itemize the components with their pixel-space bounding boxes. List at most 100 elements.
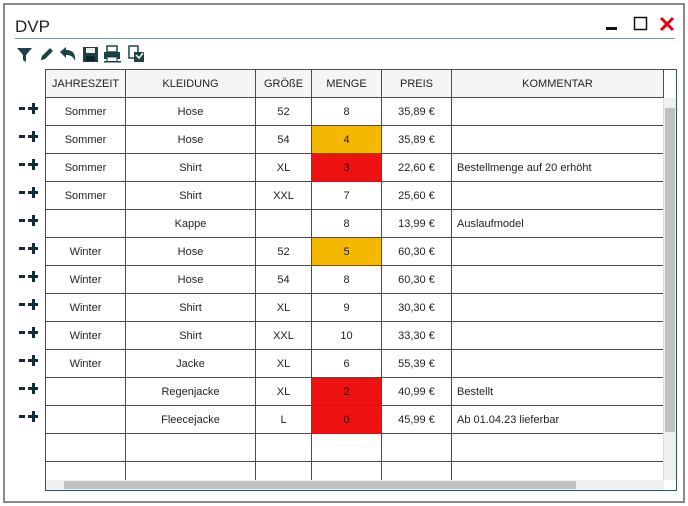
cell-kommentar[interactable]: [452, 126, 664, 154]
cell-kleidung[interactable]: Hose: [126, 238, 256, 266]
cell-menge[interactable]: 0: [312, 406, 382, 434]
cell-preis[interactable]: 45,99 €: [382, 406, 452, 434]
minimize-button[interactable]: [603, 15, 621, 33]
add-row-icon[interactable]: [31, 327, 35, 338]
cell-jahreszeit[interactable]: [46, 210, 126, 238]
cell-preis[interactable]: 13,99 €: [382, 210, 452, 238]
vertical-scrollbar[interactable]: [663, 98, 676, 480]
add-row-icon[interactable]: [31, 383, 35, 394]
cell-kleidung[interactable]: Shirt: [126, 294, 256, 322]
remove-row-icon[interactable]: [19, 415, 25, 418]
remove-row-icon[interactable]: [19, 163, 25, 166]
cell-menge[interactable]: 3: [312, 154, 382, 182]
cell-preis[interactable]: 35,89 €: [382, 126, 452, 154]
cell-preis[interactable]: 22,60 €: [382, 154, 452, 182]
cell-preis[interactable]: 60,30 €: [382, 238, 452, 266]
cell-kleidung[interactable]: [126, 434, 256, 462]
cell-menge[interactable]: 2: [312, 378, 382, 406]
cell-groesse[interactable]: L: [256, 406, 312, 434]
column-header-menge[interactable]: MENGE: [312, 70, 382, 98]
maximize-button[interactable]: [632, 15, 650, 33]
cell-kleidung[interactable]: Shirt: [126, 182, 256, 210]
cell-jahreszeit[interactable]: Winter: [46, 350, 126, 378]
cell-jahreszeit[interactable]: Winter: [46, 294, 126, 322]
remove-row-icon[interactable]: [19, 247, 25, 250]
cell-menge[interactable]: 6: [312, 350, 382, 378]
column-header-kommentar[interactable]: KOMMENTAR: [452, 70, 664, 98]
cell-kleidung[interactable]: Kappe: [126, 210, 256, 238]
cell-groesse[interactable]: 52: [256, 98, 312, 126]
cell-preis[interactable]: 55,39 €: [382, 350, 452, 378]
cell-groesse[interactable]: XXL: [256, 322, 312, 350]
cell-kommentar[interactable]: [452, 266, 664, 294]
cell-kommentar[interactable]: [452, 238, 664, 266]
cell-menge[interactable]: [312, 434, 382, 462]
edit-button[interactable]: [37, 45, 55, 63]
cell-menge[interactable]: 8: [312, 266, 382, 294]
vertical-scrollbar-thumb[interactable]: [665, 108, 675, 432]
cell-preis[interactable]: 30,30 €: [382, 294, 452, 322]
cell-menge[interactable]: 9: [312, 294, 382, 322]
add-row-icon[interactable]: [31, 299, 35, 310]
cell-preis[interactable]: 25,60 €: [382, 182, 452, 210]
remove-row-icon[interactable]: [19, 107, 25, 110]
cell-jahreszeit[interactable]: Sommer: [46, 154, 126, 182]
print-preview-button[interactable]: [127, 45, 145, 63]
cell-kommentar[interactable]: [452, 182, 664, 210]
cell-preis[interactable]: 33,30 €: [382, 322, 452, 350]
remove-row-icon[interactable]: [19, 359, 25, 362]
cell-groesse[interactable]: [256, 434, 312, 462]
cell-jahreszeit[interactable]: Winter: [46, 266, 126, 294]
add-row-icon[interactable]: [31, 271, 35, 282]
column-header-jahreszeit[interactable]: JAHRESZEIT: [46, 70, 126, 98]
cell-jahreszeit[interactable]: Sommer: [46, 126, 126, 154]
cell-jahreszeit[interactable]: [46, 406, 126, 434]
cell-groesse[interactable]: 52: [256, 238, 312, 266]
cell-kommentar[interactable]: [452, 434, 664, 462]
cell-groesse[interactable]: 54: [256, 126, 312, 154]
print-button[interactable]: [103, 45, 121, 63]
cell-jahreszeit[interactable]: [46, 378, 126, 406]
cell-kleidung[interactable]: Shirt: [126, 154, 256, 182]
cell-jahreszeit[interactable]: Sommer: [46, 98, 126, 126]
remove-row-icon[interactable]: [19, 331, 25, 334]
cell-preis[interactable]: 60,30 €: [382, 266, 452, 294]
cell-kleidung[interactable]: Hose: [126, 126, 256, 154]
cell-menge[interactable]: 5: [312, 238, 382, 266]
cell-kommentar[interactable]: [452, 322, 664, 350]
cell-menge[interactable]: 10: [312, 322, 382, 350]
cell-kommentar[interactable]: Auslaufmodel: [452, 210, 664, 238]
cell-jahreszeit[interactable]: Winter: [46, 322, 126, 350]
cell-jahreszeit[interactable]: Sommer: [46, 182, 126, 210]
remove-row-icon[interactable]: [19, 219, 25, 222]
cell-kleidung[interactable]: Jacke: [126, 350, 256, 378]
add-row-icon[interactable]: [31, 131, 35, 142]
save-button[interactable]: [81, 45, 99, 63]
cell-kleidung[interactable]: Hose: [126, 98, 256, 126]
cell-groesse[interactable]: [256, 210, 312, 238]
cell-kleidung[interactable]: Hose: [126, 266, 256, 294]
cell-groesse[interactable]: XL: [256, 154, 312, 182]
cell-preis[interactable]: 40,99 €: [382, 378, 452, 406]
cell-kleidung[interactable]: Shirt: [126, 322, 256, 350]
cell-kommentar[interactable]: Bestellmenge auf 20 erhöht: [452, 154, 664, 182]
cell-kommentar[interactable]: [452, 294, 664, 322]
remove-row-icon[interactable]: [19, 275, 25, 278]
cell-jahreszeit[interactable]: [46, 434, 126, 462]
cell-menge[interactable]: 4: [312, 126, 382, 154]
column-header-groesse[interactable]: GRÖßE: [256, 70, 312, 98]
cell-menge[interactable]: 8: [312, 98, 382, 126]
cell-kleidung[interactable]: Fleecejacke: [126, 406, 256, 434]
cell-kleidung[interactable]: Regenjacke: [126, 378, 256, 406]
cell-preis[interactable]: [382, 434, 452, 462]
cell-groesse[interactable]: XL: [256, 378, 312, 406]
cell-menge[interactable]: 8: [312, 210, 382, 238]
add-row-icon[interactable]: [31, 243, 35, 254]
undo-button[interactable]: [59, 45, 77, 63]
remove-row-icon[interactable]: [19, 387, 25, 390]
cell-menge[interactable]: 7: [312, 182, 382, 210]
horizontal-scrollbar-thumb[interactable]: [64, 481, 576, 489]
close-button[interactable]: [658, 15, 676, 33]
cell-groesse[interactable]: XL: [256, 294, 312, 322]
add-row-icon[interactable]: [31, 159, 35, 170]
